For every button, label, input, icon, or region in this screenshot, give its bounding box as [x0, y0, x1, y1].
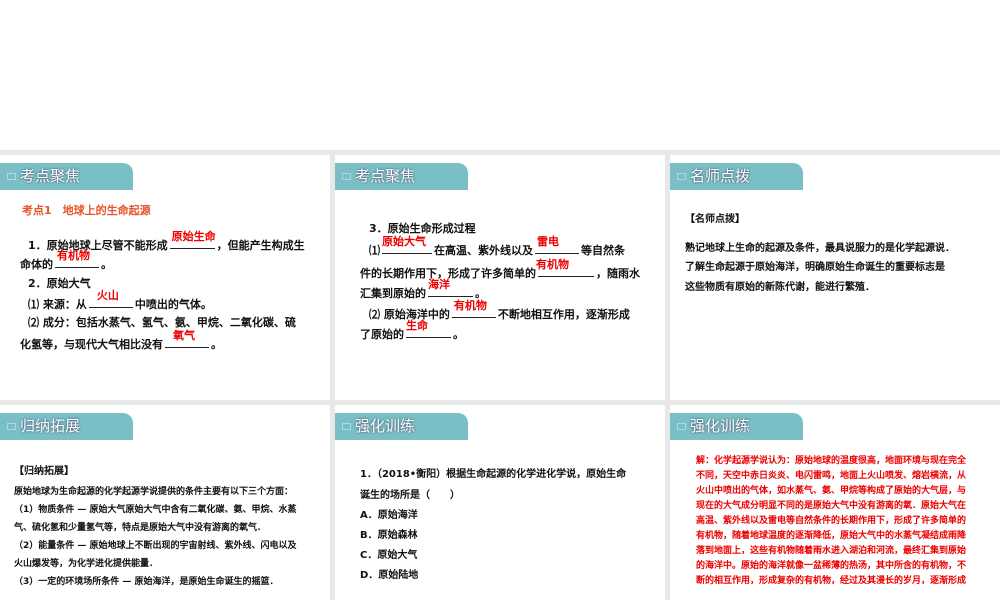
- slide-tab: 名师点拨: [670, 163, 803, 190]
- slide-mingshi[interactable]: 名师点拨 【名师点拨】 熟记地球上生命的起源及条件，最具说服力的是化学起源说． …: [670, 155, 1000, 400]
- text-line: ⑴ 原始大气 在高温、紫外线以及 雷电 等自然条: [369, 235, 625, 257]
- solution-line: 不同，天空中赤日炎炎、电闪雷鸣，地面上火山喷发、熔岩横流，从: [696, 471, 967, 481]
- option-c[interactable]: C．原始大气: [360, 549, 417, 563]
- answer: 原始生命: [171, 230, 216, 243]
- text-line: ⑴ 来源：从 火山 中喷出的气体。: [28, 289, 212, 311]
- text-line: 气、硫化氢和少量氢气等，特点是原始大气中没有游离的氧气．: [14, 523, 267, 533]
- answer: 有机物: [536, 258, 569, 271]
- answer: 原始大气: [382, 235, 426, 248]
- slide-tab: 归纳拓展: [0, 413, 133, 440]
- text-line: 熟记地球上生命的起源及条件，最具说服力的是化学起源说．: [685, 243, 955, 254]
- tab-title: 强化训练: [690, 417, 751, 435]
- solution-line: 解：化学起源学说认为：原始地球的温度很高，地面环境与现在完全: [696, 456, 967, 466]
- tab-title: 归纳拓展: [20, 417, 81, 435]
- text-line: 命体的 有机物。: [20, 249, 112, 271]
- answer: 雷电: [537, 235, 559, 248]
- text-line: 化氢等，与现代大气相比没有 氧气。: [20, 329, 222, 351]
- text-line: 原始地球为生命起源的化学起源学说提供的条件主要有以下三个方面：: [14, 487, 294, 497]
- section-heading: 【名师点拨】: [685, 214, 745, 225]
- text-line: 火山爆发等，为化学进化提供能量．: [14, 559, 159, 569]
- slide-qianghua-1[interactable]: 强化训练 1．（2018•衡阳）根据生命起源的化学进化学说，原始生命 诞生的场所…: [335, 405, 665, 600]
- answer: 火山: [96, 289, 119, 302]
- text-line: 件的长期作用下，形成了许多简单的 有机物 ，随雨水: [360, 258, 640, 280]
- book-icon: [677, 173, 686, 180]
- text-line: 3．原始生命形成过程: [369, 222, 476, 235]
- solution-line: 断的相互作用，形成复杂的有机物，经过及其漫长的岁月，逐渐形成: [696, 576, 967, 586]
- text-line: 了原始的 生命。: [360, 319, 464, 341]
- slide-tab: 强化训练: [670, 413, 803, 440]
- book-icon: [7, 423, 16, 430]
- book-icon: [342, 423, 351, 430]
- text-line: 2．原始大气: [28, 277, 91, 290]
- option-d[interactable]: D．原始陆地: [360, 569, 418, 583]
- text-line: ⑵ 成分：包括水蒸气、氢气、氨、甲烷、二氧化碳、硫: [28, 316, 296, 329]
- solution-line: 落到地面上，这些有机物随着雨水进入湖泊和河流，最终汇集到原始: [696, 546, 967, 556]
- text-line: 了解生命起源于原始海洋，明确原始生命诞生的重要标志是: [685, 262, 945, 273]
- text-line: （2）能量条件 — 原始地球上不断出现的宇宙射线、紫外线、闪电以及: [14, 541, 297, 551]
- book-icon: [342, 173, 351, 180]
- answer: 海洋: [428, 278, 450, 291]
- slide-tab: 考点聚焦: [335, 163, 468, 190]
- book-icon: [677, 423, 686, 430]
- slide-tab: 强化训练: [335, 413, 468, 440]
- answer: 氧气: [173, 329, 195, 342]
- topic-heading: 考点1 地球上的生命起源: [22, 204, 151, 217]
- solution-line: 有机物，随着地球温度的逐渐降低，原始大气中的水蒸气凝结成雨降: [696, 531, 967, 541]
- option-b[interactable]: B．原始森林: [360, 529, 418, 543]
- text-line: （1）物质条件 — 原始大气原始大气中含有二氧化碳、氨、甲烷、水蒸: [14, 505, 297, 515]
- answer: 有机物: [57, 249, 90, 262]
- slide-kaodian-1[interactable]: 考点聚焦 考点1 地球上的生命起源 1．原始地球上尽管不能形成 原始生命 ，但能产生…: [0, 155, 330, 400]
- question-text: 诞生的场所是（ ）: [360, 490, 460, 501]
- section-heading: 【归纳拓展】: [14, 466, 74, 477]
- answer: 生命: [406, 319, 428, 332]
- book-icon: [7, 173, 16, 180]
- slide-qianghua-2[interactable]: 强化训练 解：化学起源学说认为：原始地球的温度很高，地面环境与现在完全 不同，天…: [670, 405, 1000, 600]
- text-line: （3）一定的环境场所条件 — 原始海洋，是原始生命诞生的摇篮．: [14, 577, 279, 587]
- text-line: 这些物质有原始的新陈代谢，能进行繁殖．: [685, 282, 875, 293]
- slide-guina[interactable]: 归纳拓展 【归纳拓展】 原始地球为生命起源的化学起源学说提供的条件主要有以下三个…: [0, 405, 330, 600]
- tab-title: 考点聚焦: [20, 167, 81, 185]
- tab-title: 考点聚焦: [355, 167, 416, 185]
- option-a[interactable]: A．原始海洋: [360, 509, 418, 523]
- solution-line: 火山中喷出的气体，如水蒸气、氨、甲烷等构成了原始的大气层，与: [696, 486, 967, 496]
- slide-kaodian-2[interactable]: 考点聚焦 3．原始生命形成过程 ⑴ 原始大气 在高温、紫外线以及 雷电 等自然条 件的长…: [335, 155, 665, 400]
- solution-line: 高温、紫外线以及雷电等自然条件的长期作用下，形成了许多简单的: [696, 516, 967, 526]
- slide-tab: 考点聚焦: [0, 163, 133, 190]
- solution-line: 现在的大气成分明显不同的是原始大气中没有游离的氧．原始大气在: [696, 501, 967, 511]
- solution-line: 的海洋中。原始的海洋就像一盆稀薄的热汤，其中所含的有机物，不: [696, 561, 967, 571]
- question-text: 1．（2018•衡阳）根据生命起源的化学进化学说，原始生命: [360, 469, 627, 480]
- tab-title: 强化训练: [355, 417, 416, 435]
- answer: 有机物: [453, 299, 487, 312]
- tab-title: 名师点拨: [690, 167, 751, 185]
